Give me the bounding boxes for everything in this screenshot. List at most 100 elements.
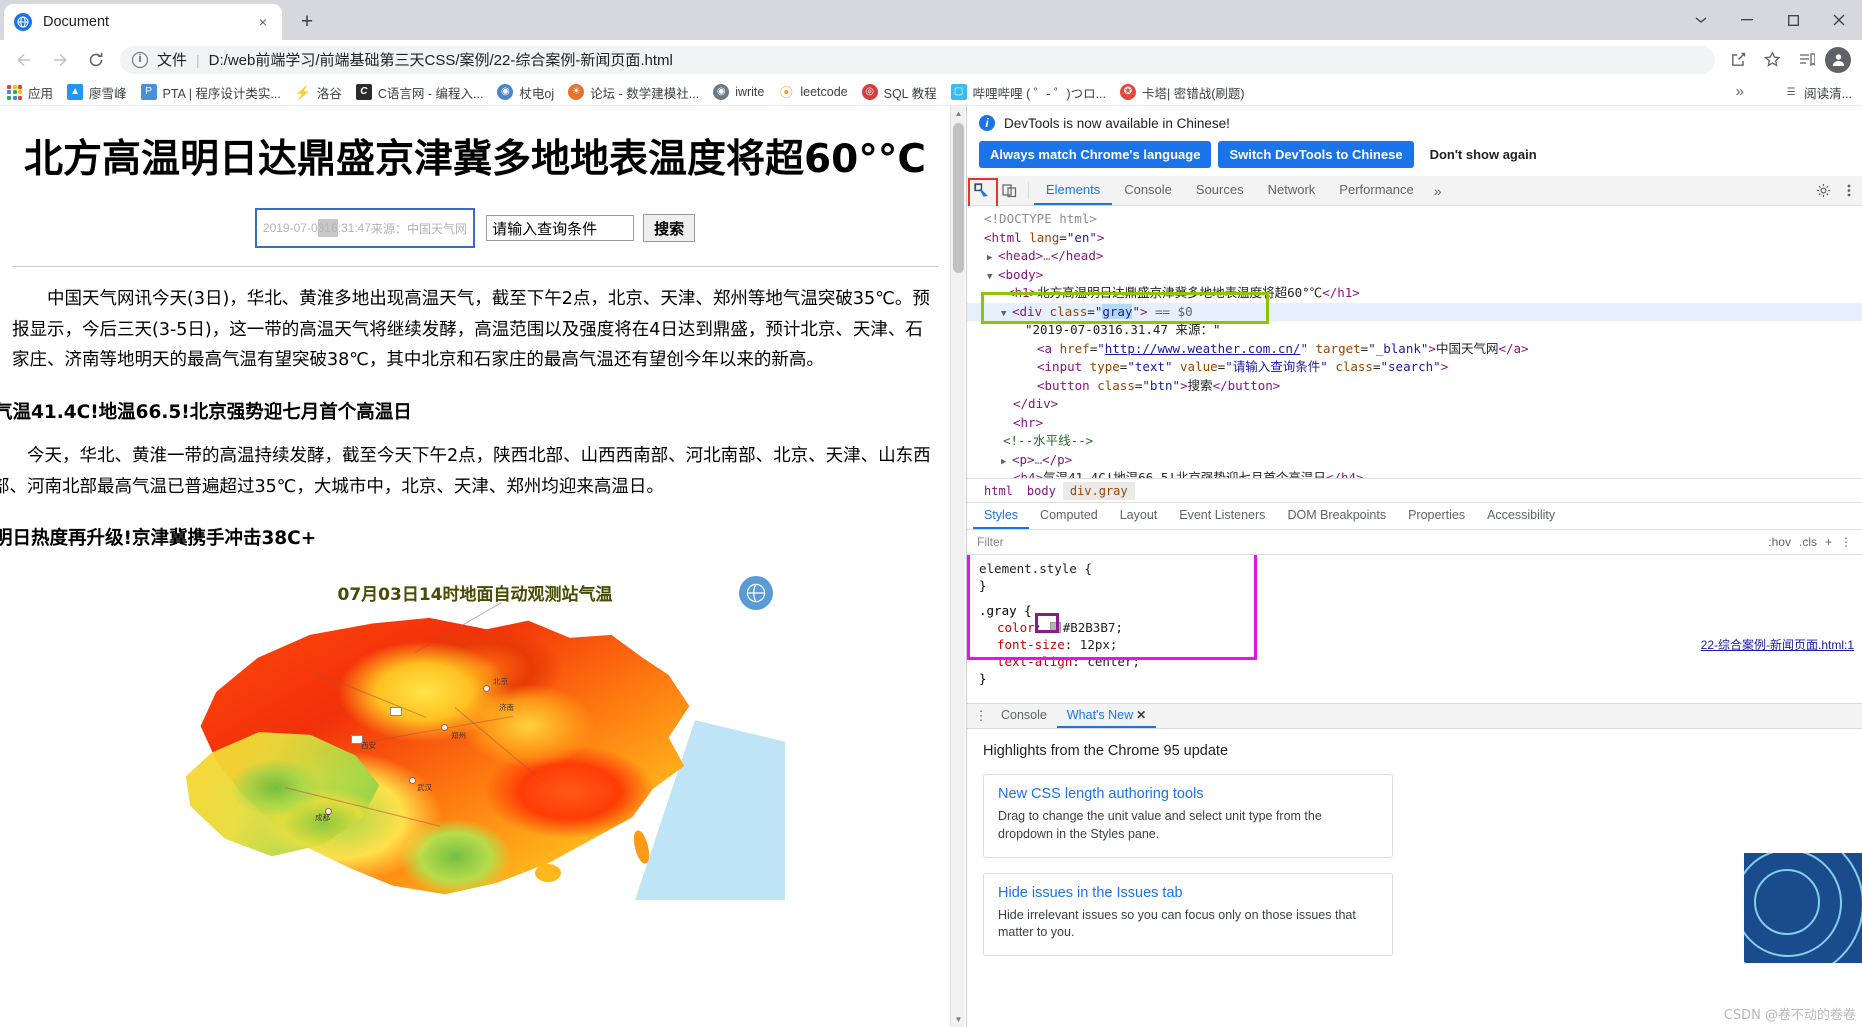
tab-properties[interactable]: Properties bbox=[1397, 503, 1476, 529]
more-vertical-icon[interactable] bbox=[1836, 183, 1862, 198]
source-link[interactable]: 中国天气网 bbox=[407, 220, 467, 237]
close-window-icon[interactable] bbox=[1816, 0, 1862, 40]
element-style-rule[interactable]: element.style { bbox=[979, 560, 1862, 577]
bookmark-item[interactable]: ⦿ leetcode bbox=[771, 81, 854, 103]
tab-layout[interactable]: Layout bbox=[1109, 503, 1169, 529]
back-icon[interactable] bbox=[9, 45, 39, 75]
dom-line-anchor[interactable]: <a href="http://www.weather.com.cn/" tar… bbox=[967, 340, 1862, 359]
styles-pane[interactable]: element.style { } .gray { color: #B2B3B7… bbox=[967, 555, 1862, 703]
bookmark-item[interactable]: ⚡ 洛谷 bbox=[288, 81, 349, 103]
share-icon[interactable] bbox=[1723, 45, 1753, 75]
tab-event-listeners[interactable]: Event Listeners bbox=[1168, 503, 1276, 529]
dont-show-again-button[interactable]: Don't show again bbox=[1421, 141, 1546, 168]
forward-icon[interactable] bbox=[45, 45, 75, 75]
bookmarks-overflow-button[interactable]: » bbox=[1730, 83, 1750, 100]
styles-more-options-icon[interactable]: ⋮ bbox=[1840, 535, 1852, 549]
switch-devtools-language-button[interactable]: Switch DevTools to Chinese bbox=[1218, 141, 1414, 168]
close-icon[interactable]: × bbox=[254, 13, 272, 31]
tab-styles[interactable]: Styles bbox=[973, 503, 1030, 529]
tab-elements[interactable]: Elements bbox=[1034, 176, 1113, 205]
bookmark-item[interactable]: ◎ SQL 教程 bbox=[855, 81, 944, 103]
chevron-down-icon[interactable] bbox=[1678, 0, 1724, 40]
bookmark-apps[interactable]: 应用 bbox=[0, 81, 60, 103]
dom-line-body[interactable]: ▼ <body> bbox=[967, 266, 1862, 285]
bookmark-item[interactable]: ▲ 廖雪峰 bbox=[60, 81, 134, 103]
close-icon[interactable]: ✕ bbox=[1136, 708, 1146, 722]
bookmark-item[interactable]: C C语言网 - 编程入... bbox=[349, 81, 491, 103]
gray-rule-selector[interactable]: .gray { bbox=[979, 602, 1862, 619]
dom-line-html[interactable]: <html lang="en"> bbox=[967, 229, 1862, 248]
reading-list-bookmark[interactable]: ☰ 阅读清... bbox=[1783, 83, 1852, 102]
drawer-tab-console[interactable]: Console bbox=[991, 704, 1057, 728]
reading-list-icon[interactable] bbox=[1791, 45, 1821, 75]
reload-icon[interactable] bbox=[81, 45, 111, 75]
browser-tab[interactable]: Document × bbox=[4, 4, 282, 40]
breadcrumb-body[interactable]: body bbox=[1020, 482, 1063, 500]
maximize-icon[interactable] bbox=[1770, 0, 1816, 40]
bookmark-item[interactable]: ▢ 哔哩哔哩 ( ゜- ゜)つロ... bbox=[944, 81, 1113, 103]
new-tab-button[interactable]: + bbox=[292, 7, 322, 37]
dom-line-h1[interactable]: <h1>北方高温明日达鼎盛京津冀多地地表温度将超60°℃</h1> bbox=[967, 284, 1862, 303]
anchor-href[interactable]: http://www.weather.com.cn/ bbox=[1105, 341, 1301, 356]
avatar[interactable] bbox=[1825, 46, 1851, 73]
cls-toggle[interactable]: .cls bbox=[1799, 535, 1817, 549]
minimize-icon[interactable] bbox=[1724, 0, 1770, 40]
inspect-cursor-icon[interactable] bbox=[967, 176, 998, 208]
info-icon[interactable]: i bbox=[132, 51, 148, 68]
dom-line-comment[interactable]: <!--水平线--> bbox=[967, 432, 1862, 451]
color-swatch[interactable] bbox=[1049, 622, 1061, 633]
whats-new-card-title[interactable]: New CSS length authoring tools bbox=[998, 786, 1378, 802]
dom-line-button[interactable]: <button class="btn">搜索</button> bbox=[967, 377, 1862, 396]
whats-new-card[interactable]: New CSS length authoring tools Drag to c… bbox=[983, 774, 1393, 858]
drawer-tab-whats-new[interactable]: What's New ✕ bbox=[1056, 704, 1157, 728]
css-declaration-color[interactable]: color: #B2B3B7; bbox=[979, 619, 1862, 636]
tab-accessibility[interactable]: Accessibility bbox=[1476, 503, 1566, 529]
breadcrumb-html[interactable]: html bbox=[977, 482, 1020, 500]
dom-line-input[interactable]: <input type="text" value="请输入查询条件" class… bbox=[967, 358, 1862, 377]
bookmark-item[interactable]: ✪ 卡塔| 密错战(刷题) bbox=[1113, 81, 1252, 103]
hov-toggle[interactable]: :hov bbox=[1768, 535, 1791, 549]
search-input[interactable] bbox=[486, 215, 635, 241]
tab-network[interactable]: Network bbox=[1256, 176, 1328, 205]
breadcrumb-div-gray[interactable]: div.gray bbox=[1062, 481, 1135, 500]
dom-line-div-close[interactable]: </div> bbox=[967, 395, 1862, 414]
filter-input[interactable]: Filter bbox=[977, 535, 1768, 549]
address-bar[interactable]: i 文件 | D:/web前端学习/前端基础第三天CSS/案例/22-综合案例-… bbox=[120, 45, 1715, 74]
dom-line-textnode[interactable]: "2019-07-0316.31.47 来源：" bbox=[967, 321, 1862, 340]
search-button[interactable]: 搜索 bbox=[643, 214, 696, 242]
tab-console[interactable]: Console bbox=[1112, 176, 1184, 205]
page-scrollbar[interactable]: ▲ ▼ bbox=[950, 106, 965, 1027]
bookmark-item[interactable]: ◉ 杖电oj bbox=[490, 81, 561, 103]
scrollbar-thumb[interactable] bbox=[953, 123, 964, 273]
gear-icon[interactable] bbox=[1810, 183, 1836, 198]
device-toolbar-icon[interactable] bbox=[995, 176, 1023, 205]
dom-line-h4[interactable]: <h4>气温41.4C!地温66.5!北京强势迎七月首个高温日</h4> bbox=[967, 469, 1862, 478]
dom-line-p[interactable]: ▶ <p>…</p> bbox=[967, 451, 1862, 470]
whats-new-card[interactable]: Hide issues in the Issues tab Hide irrel… bbox=[983, 872, 1393, 956]
dom-line-hr[interactable]: <hr> bbox=[967, 414, 1862, 433]
bookmark-item[interactable]: P PTA | 程序设计类实... bbox=[134, 81, 288, 103]
drawer-more-icon[interactable]: ⋮ bbox=[971, 704, 991, 728]
whats-new-card-title[interactable]: Hide issues in the Issues tab bbox=[998, 885, 1378, 901]
dom-line-head[interactable]: ▶ <head>…</head> bbox=[967, 247, 1862, 266]
style-source-link[interactable]: 22-综合案例-新闻页面.html:1 bbox=[1701, 637, 1854, 654]
bookmark-item[interactable]: ☀ 论坛 - 数学建模社... bbox=[561, 81, 706, 103]
scroll-down-arrow[interactable]: ▼ bbox=[951, 1012, 966, 1027]
bookmark-item[interactable]: ◉ iwrite bbox=[706, 81, 771, 103]
dom-tree[interactable]: <!DOCTYPE html> <html lang="en"> ▶ <head>… bbox=[967, 206, 1862, 478]
h4-text: 气温41.4C!地温66.5!北京强势迎七月首个高温日 bbox=[1043, 470, 1326, 478]
always-match-language-button[interactable]: Always match Chrome's language bbox=[979, 141, 1212, 168]
css-declaration-text-align[interactable]: text-align: center; bbox=[979, 653, 1862, 670]
bookmark-star-icon[interactable] bbox=[1757, 45, 1787, 75]
tab-sources[interactable]: Sources bbox=[1184, 176, 1256, 205]
whats-new-panel[interactable]: Highlights from the Chrome 95 update New… bbox=[967, 729, 1862, 1027]
text-node: "2019-07-0316.31.47 来源：" bbox=[1025, 322, 1221, 337]
dom-line-div-gray[interactable]: ▼ <div class="gray"> == $0 bbox=[967, 302, 1862, 321]
dom-line-doctype[interactable]: <!DOCTYPE html> bbox=[967, 210, 1862, 229]
tab-computed[interactable]: Computed bbox=[1029, 503, 1109, 529]
tab-dom-breakpoints[interactable]: DOM Breakpoints bbox=[1276, 503, 1397, 529]
more-tabs-button[interactable]: » bbox=[1426, 176, 1450, 205]
new-style-rule-button[interactable]: + bbox=[1825, 535, 1832, 549]
tab-performance[interactable]: Performance bbox=[1327, 176, 1425, 205]
scroll-up-arrow[interactable]: ▲ bbox=[951, 106, 966, 121]
